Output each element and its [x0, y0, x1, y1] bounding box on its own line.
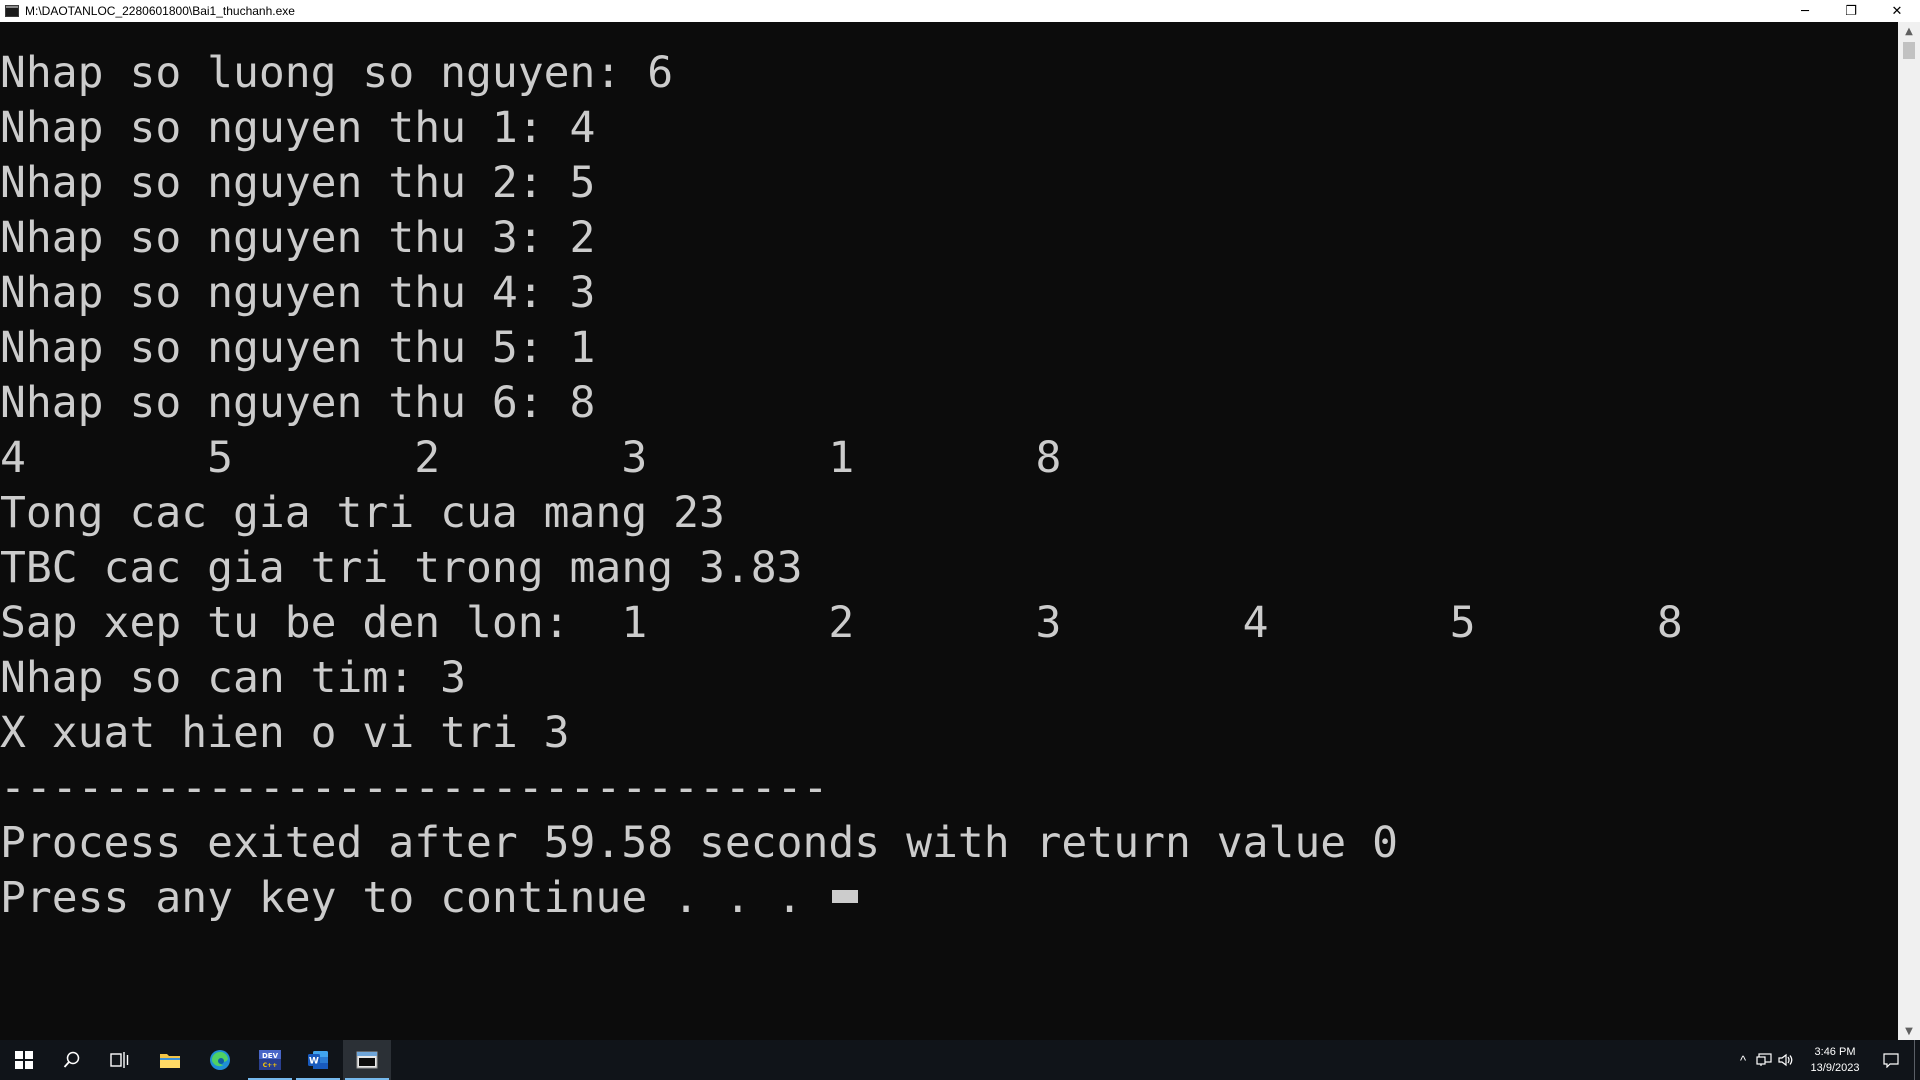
console-line: Nhap so luong so nguyen: 6 [0, 48, 674, 98]
word-button[interactable]: W [294, 1040, 342, 1080]
show-desktop-button[interactable] [1914, 1040, 1915, 1080]
console-line: Process exited after 59.58 seconds with … [0, 818, 1398, 868]
search-icon [63, 1051, 80, 1068]
dev-cpp-icon: DEV C++ [259, 1050, 281, 1070]
show-hidden-icons-button[interactable]: ^ [1732, 1040, 1754, 1080]
restore-icon: ❐ [1845, 3, 1857, 19]
console-app-taskbar-button[interactable] [343, 1040, 391, 1080]
title-bar[interactable]: M:\DAOTANLOC_2280601800\Bai1_thuchanh.ex… [0, 0, 1920, 22]
console-line: TBC cac gia tri trong mang 3.83 [0, 543, 803, 593]
file-explorer-button[interactable] [146, 1040, 194, 1080]
system-clock[interactable]: 3:46 PM 13/9/2023 [1796, 1044, 1874, 1076]
window-title: M:\DAOTANLOC_2280601800\Bai1_thuchanh.ex… [25, 4, 295, 18]
clock-time: 3:46 PM [1814, 1046, 1856, 1058]
volume-button[interactable] [1776, 1040, 1796, 1080]
console-app-icon [5, 5, 19, 17]
dev-cpp-button[interactable]: DEV C++ [246, 1040, 294, 1080]
scrollbar-thumb[interactable] [1903, 42, 1915, 59]
minimize-icon: ─ [1801, 3, 1809, 19]
network-button[interactable] [1754, 1040, 1774, 1080]
edge-icon [210, 1050, 230, 1070]
console-line: Tong cac gia tri cua mang 23 [0, 488, 725, 538]
text-cursor [832, 890, 858, 903]
console-line: Sap xep tu be den lon: 1 2 3 4 5 8 [0, 598, 1683, 648]
separator-line: -------------------------------- [0, 763, 829, 813]
console-window: M:\DAOTANLOC_2280601800\Bai1_thuchanh.ex… [0, 0, 1920, 1040]
task-view-icon [110, 1052, 129, 1068]
close-icon: ✕ [1891, 3, 1903, 19]
console-line: Nhap so nguyen thu 5: 1 [0, 323, 596, 373]
network-icon [1756, 1053, 1772, 1066]
svg-text:W: W [309, 1057, 319, 1067]
word-icon: W [308, 1051, 328, 1069]
console-line: Nhap so nguyen thu 6: 8 [0, 378, 596, 428]
search-button[interactable] [48, 1040, 96, 1080]
task-view-button[interactable] [96, 1040, 144, 1080]
svg-text:C++: C++ [263, 1062, 277, 1069]
scroll-down-arrow-icon[interactable]: ▼ [1898, 1022, 1920, 1040]
action-center-button[interactable] [1876, 1040, 1906, 1080]
console-line: Nhap so nguyen thu 4: 3 [0, 268, 596, 318]
window-controls: ─ ❐ ✕ [1782, 0, 1920, 22]
console-window-icon [356, 1051, 378, 1069]
console-line: Nhap so can tim: 3 [0, 653, 466, 703]
folder-icon [160, 1054, 180, 1068]
minimize-button[interactable]: ─ [1782, 0, 1828, 22]
windows-logo-icon [15, 1051, 33, 1069]
console-line: Press any key to continue . . . [0, 873, 829, 923]
vertical-scrollbar[interactable]: ▲ ▼ [1898, 22, 1920, 1040]
scroll-up-arrow-icon[interactable]: ▲ [1898, 22, 1920, 40]
close-button[interactable]: ✕ [1874, 0, 1920, 22]
speaker-icon [1778, 1053, 1793, 1067]
taskbar: DEV C++ W ^ 3:46 PM 13/9/2023 [0, 1040, 1920, 1080]
console-output[interactable]: Nhap so luong so nguyen: 6 Nhap so nguye… [0, 22, 1898, 1040]
console-line: Nhap so nguyen thu 1: 4 [0, 103, 596, 153]
console-line: X xuat hien o vi tri 3 [0, 708, 570, 758]
chevron-up-icon: ^ [1739, 1052, 1747, 1068]
console-line: 4 5 2 3 1 8 [0, 433, 1062, 483]
clock-date: 13/9/2023 [1810, 1062, 1860, 1074]
console-line: Nhap so nguyen thu 2: 5 [0, 158, 596, 208]
start-button[interactable] [0, 1040, 48, 1080]
console-line: Nhap so nguyen thu 3: 2 [0, 213, 596, 263]
notification-icon [1883, 1052, 1899, 1068]
svg-text:DEV: DEV [262, 1052, 279, 1060]
restore-button[interactable]: ❐ [1828, 0, 1874, 22]
edge-browser-button[interactable] [196, 1040, 244, 1080]
